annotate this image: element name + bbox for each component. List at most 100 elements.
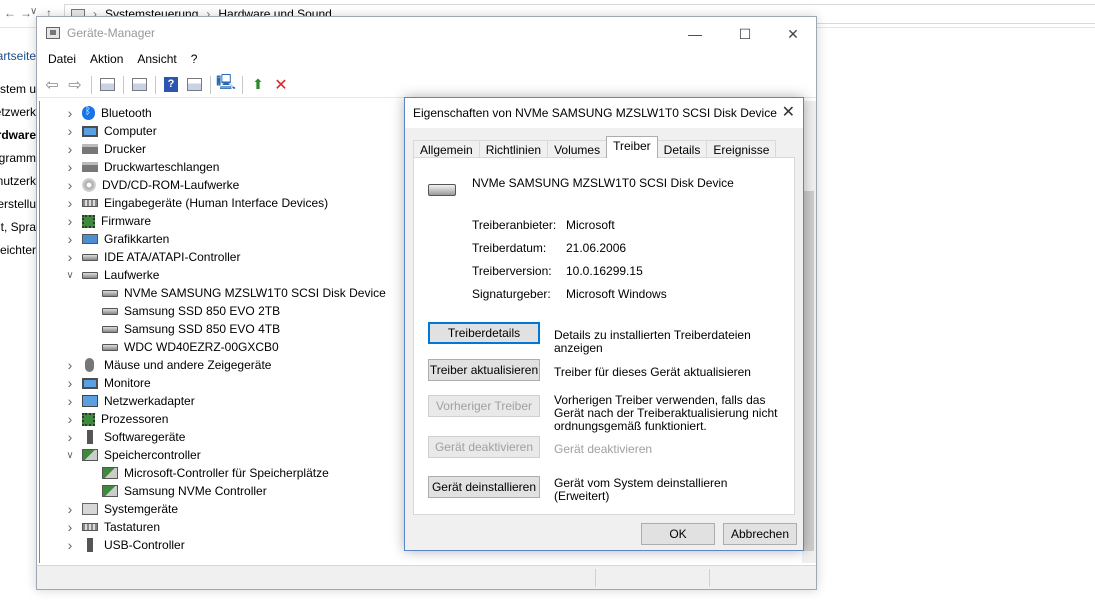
monitor-icon — [82, 377, 98, 389]
chevron-right-icon[interactable]: › — [64, 123, 76, 139]
chevron-right-icon[interactable]: › — [64, 195, 76, 211]
tree-category[interactable]: › Softwaregeräte — [64, 428, 186, 446]
menu-datei[interactable]: Datei — [41, 50, 83, 70]
driver-details-button[interactable]: Treiberdetails — [428, 322, 540, 344]
tree-category[interactable]: ∨ Laufwerke — [64, 266, 159, 284]
tab-ereignisse[interactable]: Ereignisse — [706, 140, 777, 158]
dialog-titlebar[interactable]: Eigenschaften von NVMe SAMSUNG MZSLW1T0 … — [405, 98, 803, 128]
tree-category[interactable]: › Systemgeräte — [64, 500, 178, 518]
storage-icon — [102, 467, 118, 479]
tree-device[interactable]: WDC WD40EZRZ-00GXCB0 — [102, 338, 279, 356]
chevron-right-icon[interactable]: › — [64, 177, 76, 193]
left-nav-item[interactable]: etzwerk — [0, 105, 36, 119]
minimize-icon[interactable]: — — [672, 21, 718, 47]
disable-device-button[interactable]: Gerät deaktivieren — [428, 436, 540, 458]
menu-help[interactable]: ? — [184, 50, 205, 70]
left-nav-item[interactable]: eichter — [0, 243, 36, 257]
device-manager-titlebar[interactable]: Geräte-Manager — ☐ ✕ — [37, 17, 816, 49]
chevron-right-icon[interactable]: › — [64, 249, 76, 265]
uninstall-icon[interactable]: ✕ — [270, 75, 292, 95]
tree-device[interactable]: Microsoft-Controller für Speicherplätze — [102, 464, 329, 482]
close-icon[interactable]: ✕ — [782, 102, 795, 122]
chevron-right-icon[interactable]: › — [64, 519, 76, 535]
maximize-icon[interactable]: ☐ — [722, 21, 768, 47]
driver-date-row: Treiberdatum: 21.06.2006 — [472, 241, 626, 255]
chevron-right-icon[interactable]: › — [64, 105, 76, 121]
tree-category[interactable]: › Drucker — [64, 140, 146, 158]
left-nav-item[interactable]: nutzerk — [0, 174, 36, 188]
update-driver-button[interactable]: Treiber aktualisieren — [428, 359, 540, 381]
left-nav-item[interactable]: stem u — [0, 82, 36, 96]
update-driver-icon[interactable]: ⬆ — [247, 75, 269, 95]
back-arrow-icon[interactable]: ⇦ — [41, 75, 63, 95]
uninstall-device-button[interactable]: Gerät deinstallieren — [428, 476, 540, 498]
tree-category[interactable]: › Druckwarteschlangen — [64, 158, 220, 176]
chevron-down-icon[interactable]: ∨ — [64, 270, 76, 281]
tab-allgemein[interactable]: Allgemein — [413, 140, 480, 158]
toolbar: ⇦ ⇨ ? 🖳 ⬆ ✕ — [37, 72, 816, 98]
ok-button[interactable]: OK — [641, 523, 715, 545]
view-icon[interactable] — [96, 75, 118, 95]
tree-device[interactable]: Samsung SSD 850 EVO 2TB — [102, 302, 280, 320]
tree-category[interactable]: › Tastaturen — [64, 518, 160, 536]
chevron-right-icon[interactable]: › — [64, 501, 76, 517]
tab-volumes[interactable]: Volumes — [547, 140, 608, 158]
left-nav-item[interactable]: artseite — [0, 49, 36, 63]
tree-category[interactable]: › Monitore — [64, 374, 151, 392]
tree-scrollbar[interactable] — [802, 101, 816, 563]
forward-arrow-icon[interactable]: ⇨ — [64, 75, 86, 95]
tree-category[interactable]: › Firmware — [64, 212, 151, 230]
left-nav-item[interactable]: it, Spra — [0, 220, 36, 234]
status-pane — [595, 569, 596, 587]
tree-item-label: DVD/CD-ROM-Laufwerke — [102, 178, 240, 192]
close-icon[interactable]: ✕ — [770, 21, 816, 47]
tree-category[interactable]: › USB-Controller — [64, 536, 185, 554]
tab-richtlinien[interactable]: Richtlinien — [478, 140, 549, 158]
cancel-button[interactable]: Abbrechen — [723, 523, 797, 545]
chevron-down-icon[interactable]: ∨ — [64, 450, 76, 461]
chevron-right-icon[interactable]: › — [64, 537, 76, 553]
tree-device[interactable]: Samsung SSD 850 EVO 4TB — [102, 320, 280, 338]
left-nav-item[interactable]: erstellu — [0, 197, 36, 211]
chevron-right-icon[interactable]: › — [64, 411, 76, 427]
view-panel-icon[interactable] — [183, 75, 205, 95]
left-nav-item[interactable]: ogramm — [0, 151, 36, 165]
tree-category[interactable]: › DVD/CD-ROM-Laufwerke — [64, 176, 240, 194]
left-nav-item[interactable]: ardware — [0, 128, 36, 142]
tree-category[interactable]: › Bluetooth — [64, 104, 152, 122]
back-icon[interactable]: ← — [4, 6, 16, 20]
tree-category[interactable]: ∨ Speichercontroller — [64, 446, 200, 464]
chevron-right-icon[interactable]: › — [64, 231, 76, 247]
rollback-driver-button[interactable]: Vorheriger Treiber — [428, 395, 540, 417]
tree-category[interactable]: › Grafikkarten — [64, 230, 170, 248]
tree-category[interactable]: › Mäuse und andere Zeigegeräte — [64, 356, 272, 374]
tree-category[interactable]: › Netzwerkadapter — [64, 392, 195, 410]
menu-aktion[interactable]: Aktion — [83, 50, 130, 70]
properties-icon[interactable] — [128, 75, 150, 95]
explorer-left-nav: artseite stem u etzwerk ardware ogramm n… — [0, 44, 36, 284]
tree-category[interactable]: › Eingabegeräte (Human Interface Devices) — [64, 194, 328, 212]
chevron-right-icon[interactable]: › — [64, 159, 76, 175]
chevron-right-icon[interactable]: › — [64, 393, 76, 409]
tree-category[interactable]: › Computer — [64, 122, 157, 140]
tree-device[interactable]: Samsung NVMe Controller — [102, 482, 267, 500]
tree-category[interactable]: › Prozessoren — [64, 410, 169, 428]
scan-hardware-icon[interactable]: 🖳 — [215, 74, 237, 95]
tree-item-label: Softwaregeräte — [104, 430, 186, 444]
tree-device[interactable]: NVMe SAMSUNG MZSLW1T0 SCSI Disk Device — [102, 284, 386, 302]
rollback-driver-desc: Vorherigen Treiber verwenden, falls das … — [554, 393, 778, 433]
help-icon[interactable]: ? — [160, 75, 182, 95]
scrollbar-thumb[interactable] — [804, 191, 814, 551]
signer-label: Signaturgeber: — [472, 287, 551, 301]
tree-item-label: Monitore — [104, 376, 151, 390]
tab-treiber[interactable]: Treiber — [606, 136, 658, 158]
chevron-right-icon[interactable]: › — [64, 213, 76, 229]
chevron-right-icon[interactable]: › — [64, 429, 76, 445]
chevron-right-icon[interactable]: › — [64, 357, 76, 373]
chevron-right-icon[interactable]: › — [64, 141, 76, 157]
tab-details[interactable]: Details — [656, 140, 708, 158]
chevron-right-icon[interactable]: › — [64, 375, 76, 391]
tree-category[interactable]: › IDE ATA/ATAPI-Controller — [64, 248, 241, 266]
menu-ansicht[interactable]: Ansicht — [130, 50, 183, 70]
window-title: Geräte-Manager — [67, 26, 156, 40]
